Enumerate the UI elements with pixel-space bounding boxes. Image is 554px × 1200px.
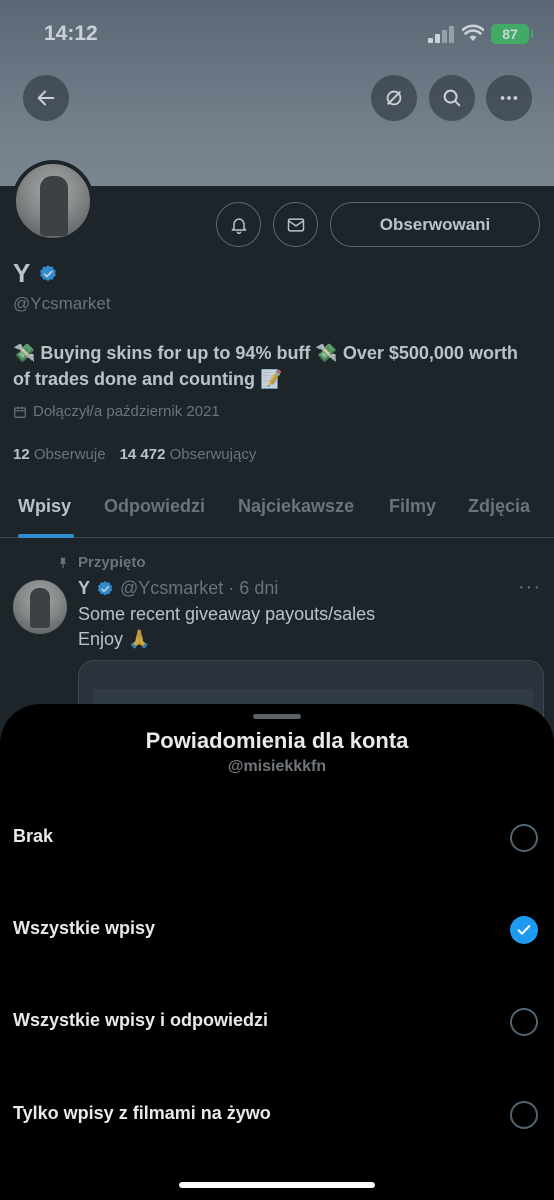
sheet-title: Powiadomienia dla konta: [145, 728, 409, 753]
home-indicator[interactable]: [179, 1182, 375, 1188]
radio-unchecked-icon[interactable]: [510, 824, 538, 852]
option-none[interactable]: Brak: [0, 800, 554, 876]
sheet-subtitle: @misiekkkfn: [227, 758, 327, 775]
option-all-posts-and-replies[interactable]: Wszystkie wpisy i odpowiedzi: [0, 984, 554, 1060]
option-label: Wszystkie wpisy: [13, 918, 156, 938]
sheet-grabber[interactable]: [253, 714, 301, 719]
radio-checked-icon[interactable]: [510, 916, 538, 944]
option-label: Tylko wpisy z filmami na żywo: [13, 1103, 271, 1123]
option-live-video-only[interactable]: Tylko wpisy z filmami na żywo: [0, 1077, 554, 1153]
checkmark-icon: [517, 925, 531, 935]
option-all-posts[interactable]: Wszystkie wpisy: [0, 892, 554, 968]
option-label: Brak: [13, 826, 54, 846]
option-label: Wszystkie wpisy i odpowiedzi: [13, 1010, 269, 1030]
radio-unchecked-icon[interactable]: [510, 1101, 538, 1129]
radio-unchecked-icon[interactable]: [510, 1008, 538, 1036]
notifications-bottom-sheet: Powiadomienia dla konta @misiekkkfn Brak…: [0, 704, 554, 1200]
